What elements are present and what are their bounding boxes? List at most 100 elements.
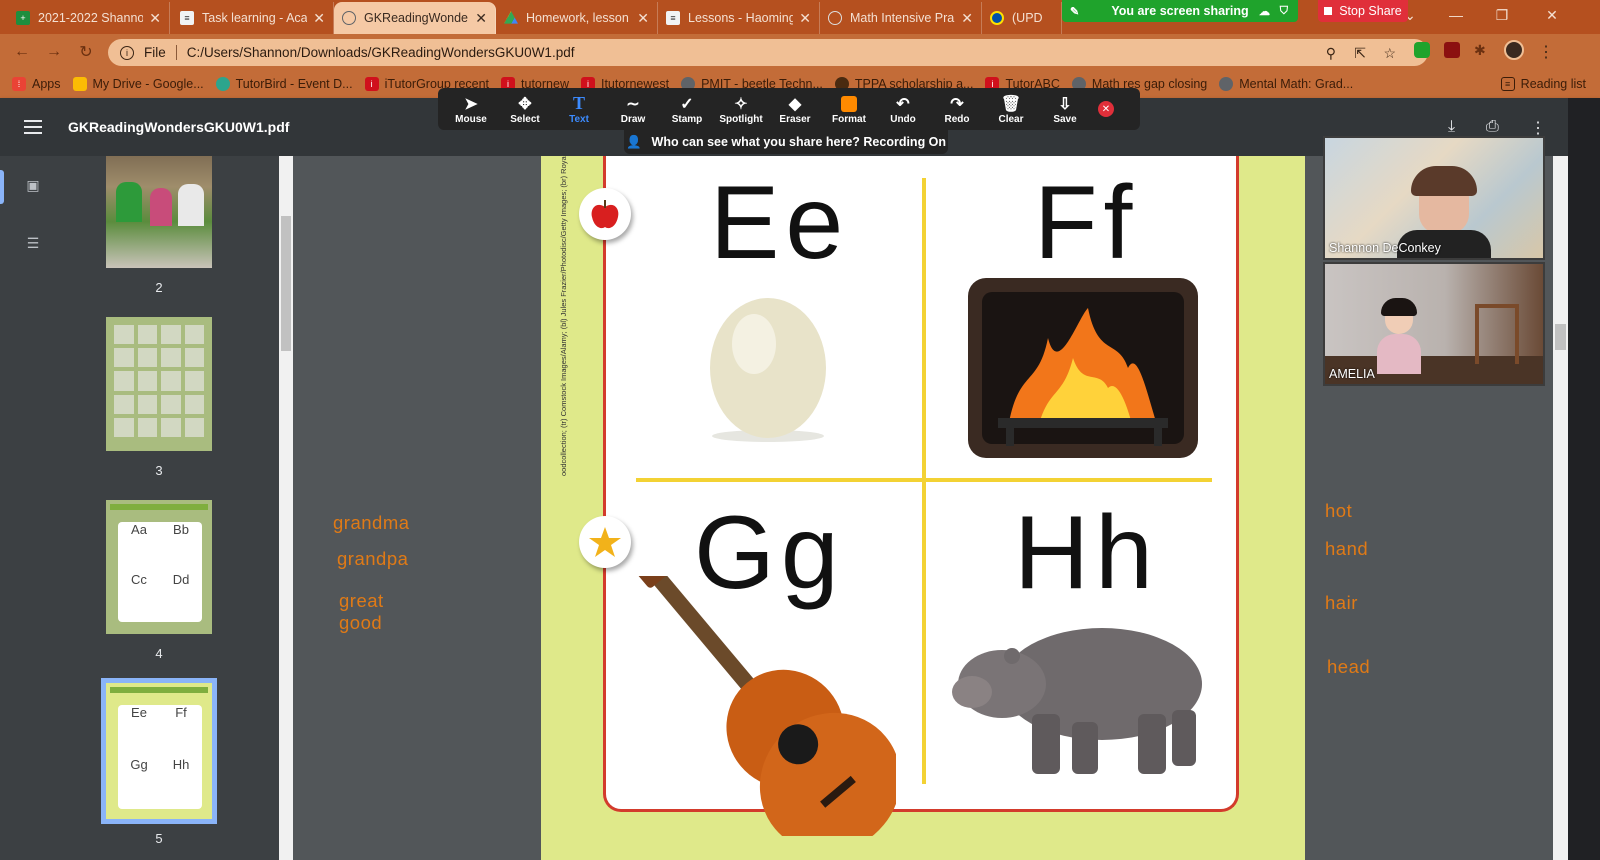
close-toolbar-icon[interactable]: ✕ xyxy=(1098,101,1114,117)
hippo-image xyxy=(952,628,1202,774)
download-icon[interactable]: ⤓ xyxy=(1448,118,1455,136)
browser-tab[interactable]: Homework, lesson ✕ xyxy=(496,2,658,34)
tool-draw[interactable]: ∼ Draw xyxy=(606,94,660,125)
browser-tab[interactable]: + 2021-2022 Shanno ✕ xyxy=(8,2,170,34)
annotation-word[interactable]: good xyxy=(339,612,382,634)
page-number: 3 xyxy=(155,463,163,478)
bookmark-item[interactable]: Mental Math: Grad... xyxy=(1219,77,1353,91)
tool-save[interactable]: ⇩ Save xyxy=(1038,94,1092,125)
outline-view-icon[interactable]: ☰ xyxy=(24,234,42,252)
thumbnail-page-4[interactable]: Aa Bb Cc Dd 4 xyxy=(106,500,212,661)
browser-tab[interactable]: ≡ Task learning - Aca ✕ xyxy=(172,2,334,34)
browser-tab[interactable]: ≡ Lessons - Haoming ✕ xyxy=(658,2,820,34)
share-icon[interactable]: ⇱ xyxy=(1354,45,1366,62)
child-figure xyxy=(116,182,142,222)
browser-menu-icon[interactable]: ⋮ xyxy=(1538,42,1554,61)
tool-undo[interactable]: ↶ Undo xyxy=(876,94,930,125)
scroll-thumb[interactable] xyxy=(1555,324,1566,350)
tool-format[interactable]: Format xyxy=(822,94,876,125)
thumbnails-view-icon[interactable]: ▣ xyxy=(24,176,42,194)
video-tile-teacher[interactable]: Shannon DeConkey xyxy=(1323,136,1545,260)
bookmark-item[interactable]: TutorBird - Event D... xyxy=(215,77,353,91)
scroll-thumb[interactable] xyxy=(281,216,291,351)
bookmark-label: TutorBird - Event D... xyxy=(235,77,353,91)
bookmark-apps[interactable]: ⁞ Apps xyxy=(12,77,61,91)
tool-stamp[interactable]: ✓ Stamp xyxy=(660,94,714,125)
text-t-icon: T xyxy=(572,93,585,113)
bookmark-star-icon[interactable]: ☆ xyxy=(1383,45,1396,62)
annotation-word[interactable]: hand xyxy=(1325,538,1368,560)
extension-ublock-icon[interactable] xyxy=(1444,42,1460,58)
tool-mouse[interactable]: ➤ Mouse xyxy=(444,94,498,125)
extension-evernote-icon[interactable] xyxy=(1414,42,1430,58)
letter-card: Ee Ff Gg Hh xyxy=(603,156,1239,836)
undo-icon: ↶ xyxy=(896,95,910,113)
screen-sharing-banner[interactable]: ✎ You are screen sharing ☁ ⛉ xyxy=(1062,0,1298,22)
tool-redo[interactable]: ↷ Redo xyxy=(930,94,984,125)
main-scrollbar[interactable] xyxy=(1553,156,1568,860)
url-scheme: File xyxy=(144,45,177,60)
sidebar-tabs: ▣ ☰ xyxy=(0,156,64,860)
thumbnail-page-5[interactable]: Ee Ff Gg Hh 5 xyxy=(101,678,217,846)
tool-clear[interactable]: 🗑 Clear xyxy=(984,94,1038,125)
annotation-word[interactable]: grandma xyxy=(333,512,410,534)
tool-text[interactable]: T Text xyxy=(552,93,606,125)
annotation-word[interactable]: great xyxy=(339,590,384,612)
page-thumbnail xyxy=(106,156,212,268)
tab-title: 2021-2022 Shanno xyxy=(38,11,144,25)
bookmark-item[interactable]: My Drive - Google... xyxy=(72,77,204,91)
close-tab-icon[interactable]: ✕ xyxy=(799,10,811,27)
thumbnail-page-2[interactable]: 2 xyxy=(106,156,212,295)
close-tab-icon[interactable]: ✕ xyxy=(313,10,325,27)
mouse-pointer-icon: ➤ xyxy=(464,95,478,113)
restore-icon[interactable]: ❐ xyxy=(1480,0,1524,30)
tool-label: Text xyxy=(569,113,589,125)
hamburger-menu-icon[interactable] xyxy=(24,120,42,134)
annotation-word[interactable]: grandpa xyxy=(337,548,408,570)
window-close-icon[interactable]: ✕ xyxy=(1530,0,1574,30)
checkmark-stamp-icon: ✓ xyxy=(680,95,694,113)
profile-avatar[interactable] xyxy=(1504,40,1524,60)
forward-arrow-icon[interactable]: → xyxy=(42,41,66,63)
tab-title: (UPD xyxy=(1012,11,1043,25)
stop-share-label: Stop Share xyxy=(1339,4,1402,18)
letter-ff: Ff xyxy=(1034,165,1139,281)
back-arrow-icon[interactable]: ← xyxy=(10,41,34,63)
print-icon[interactable]: ⎙ xyxy=(1486,118,1499,136)
video-tile-student[interactable]: AMELIA xyxy=(1323,262,1545,386)
annotation-word[interactable]: head xyxy=(1327,656,1370,678)
tool-spotlight[interactable]: ✧ Spotlight xyxy=(714,94,768,125)
annotation-word[interactable]: hot xyxy=(1325,500,1352,522)
browser-tab-active[interactable]: GKReadingWonde ✕ xyxy=(334,2,496,34)
tab-title: Lessons - Haoming xyxy=(688,11,794,25)
reload-icon[interactable]: ↻ xyxy=(74,41,98,63)
close-tab-icon[interactable]: ✕ xyxy=(961,10,973,27)
page-number: 4 xyxy=(155,646,163,661)
participant-name: Shannon DeConkey xyxy=(1329,241,1441,255)
tool-label: Clear xyxy=(998,113,1024,125)
url-field[interactable]: i File C:/Users/Shannon/Downloads/GKRead… xyxy=(108,39,1428,66)
minimize-icon[interactable]: — xyxy=(1434,0,1478,30)
shield-icon: ⛉ xyxy=(1279,4,1288,17)
child-figure xyxy=(150,188,172,226)
reading-list-button[interactable]: ≡ Reading list xyxy=(1500,77,1586,91)
tool-select[interactable]: ✥ Select xyxy=(498,94,552,125)
recording-notice[interactable]: 👤 Who can see what you share here? Recor… xyxy=(624,130,948,154)
stop-share-button[interactable]: Stop Share xyxy=(1318,0,1408,22)
close-tab-icon[interactable]: ✕ xyxy=(149,10,161,27)
more-options-icon[interactable]: ⋮ xyxy=(1530,118,1546,138)
page-thumbnail xyxy=(106,317,212,451)
tool-eraser[interactable]: ◆ Eraser xyxy=(768,94,822,125)
browser-tab[interactable]: (UPD xyxy=(982,2,1062,34)
close-tab-icon[interactable]: ✕ xyxy=(637,10,649,27)
thumbnail-page-3[interactable]: 3 xyxy=(106,317,212,478)
close-tab-icon[interactable]: ✕ xyxy=(475,10,487,27)
zoom-magnifier-icon[interactable]: ⚲ xyxy=(1326,45,1336,62)
thumb-letter: Ff xyxy=(175,705,187,720)
sidebar-scrollbar[interactable] xyxy=(279,156,293,860)
stop-icon xyxy=(1324,7,1333,15)
thumb-letter: Bb xyxy=(173,522,189,537)
extensions-puzzle-icon[interactable]: ✱ xyxy=(1474,42,1490,58)
browser-tab[interactable]: Math Intensive Pra ✕ xyxy=(820,2,982,34)
annotation-word[interactable]: hair xyxy=(1325,592,1358,614)
